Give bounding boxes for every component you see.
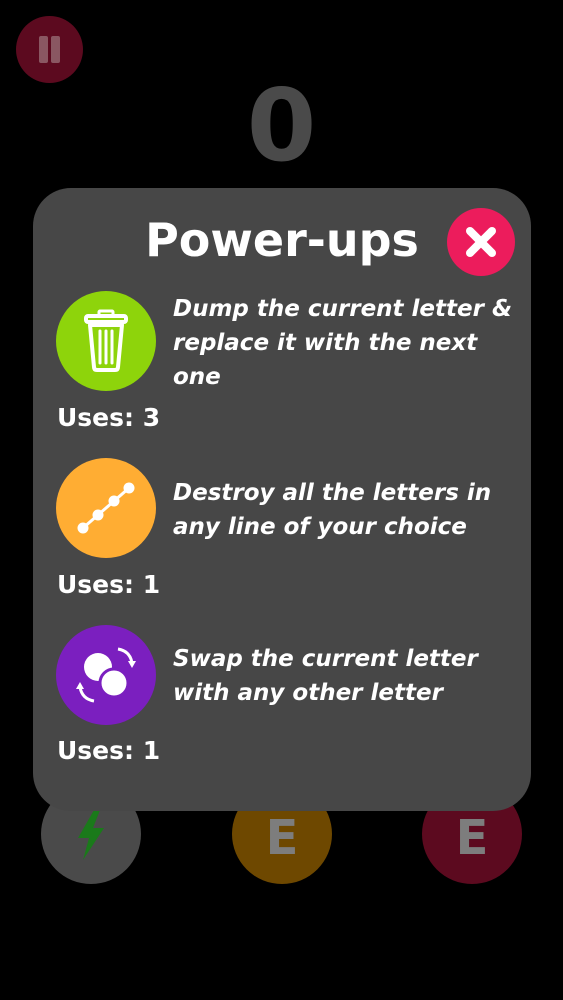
score-display: 0	[246, 67, 317, 184]
powerup-swap-button[interactable]	[56, 625, 156, 725]
line-of-dots-icon	[77, 482, 135, 534]
game-screen: 0 E E Power-ups Dump the current letter …	[0, 0, 563, 1000]
powerups-dialog: Power-ups Dump the current letter & repl…	[33, 188, 531, 811]
lightning-bolt-icon	[78, 810, 104, 860]
trash-can-icon	[84, 309, 128, 372]
swap-circles-icon	[76, 647, 136, 703]
powerup-destroy-line-button[interactable]	[56, 458, 156, 558]
powerup-dump-uses: Uses: 3	[57, 403, 161, 432]
powerup-swap-description: Swap the current letter with any other l…	[173, 646, 478, 706]
powerup-destroy-line-description: Destroy all the letters in any line of y…	[173, 480, 492, 540]
powerup-dump-button[interactable]	[56, 291, 156, 391]
powerup-swap-uses: Uses: 1	[57, 736, 161, 765]
close-icon	[466, 227, 496, 257]
close-button[interactable]	[447, 208, 515, 276]
powerup-destroy-line-uses: Uses: 1	[57, 570, 161, 599]
powerup-dump-description: Dump the current letter & replace it wit…	[173, 296, 513, 390]
